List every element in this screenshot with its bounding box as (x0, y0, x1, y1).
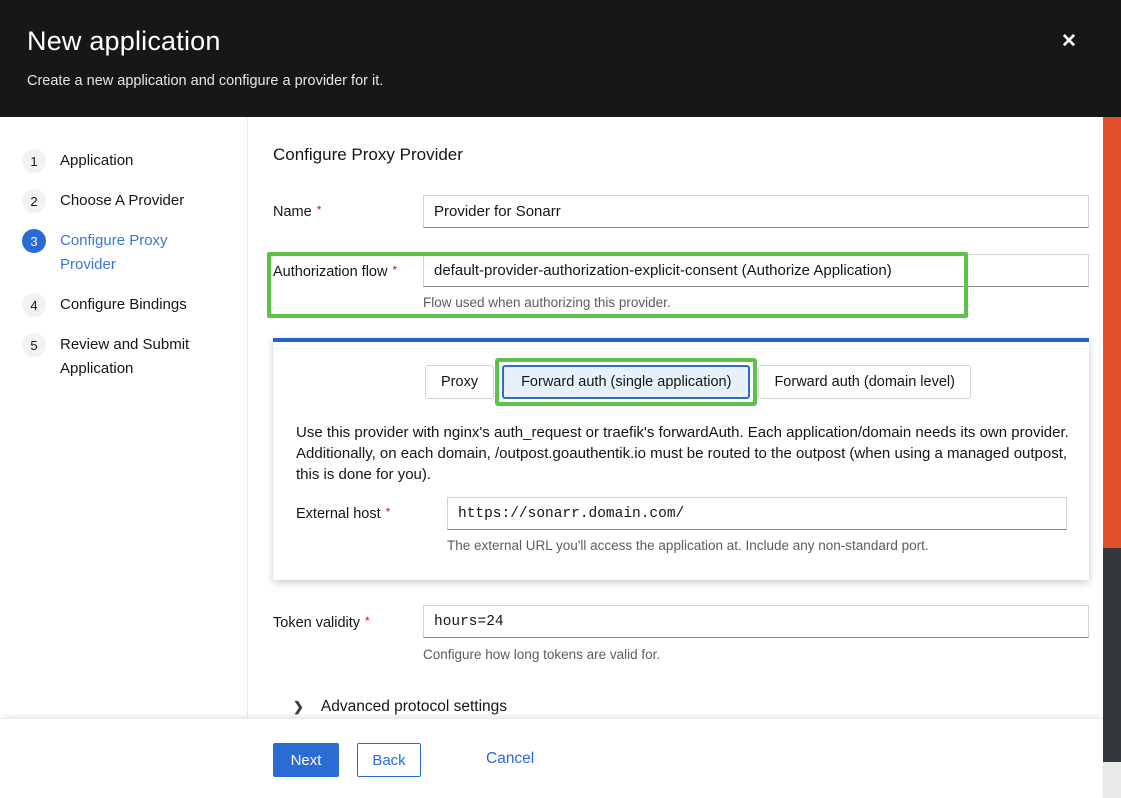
required-asterisk: * (386, 505, 391, 519)
external-host-label-text: External host (296, 506, 381, 522)
step-label: Configure Proxy Provider (60, 229, 210, 277)
modal-subtitle: Create a new application and configure a… (27, 73, 383, 89)
step-label: Configure Bindings (60, 293, 187, 317)
page-edge-dark-strip (1103, 548, 1121, 762)
back-button[interactable]: Back (357, 743, 421, 777)
next-button[interactable]: Next (273, 743, 339, 777)
tab-forward-auth-single-application[interactable]: Forward auth (single application) (502, 365, 750, 399)
authorization-flow-help: Flow used when authorizing this provider… (423, 295, 671, 310)
step-number-badge: 3 (22, 229, 46, 253)
advanced-protocol-settings-label: Advanced protocol settings (321, 698, 507, 716)
chevron-right-icon: ❯ (293, 699, 304, 715)
token-validity-input[interactable] (423, 605, 1089, 638)
step-label: Application (60, 149, 133, 173)
authorization-flow-label-text: Authorization flow (273, 264, 387, 280)
tab-forward-auth-domain-level[interactable]: Forward auth (domain level) (758, 365, 971, 399)
authorization-flow-select[interactable] (423, 254, 1089, 287)
external-host-help: The external URL you'll access the appli… (447, 538, 929, 553)
required-asterisk: * (317, 203, 322, 217)
proxy-mode-card: Proxy Forward auth (single application) … (273, 338, 1089, 580)
step-label: Choose A Provider (60, 189, 184, 213)
token-validity-label: Token validity * (273, 614, 370, 631)
proxy-mode-tabs: Proxy Forward auth (single application) … (425, 358, 971, 406)
page-edge-light-strip (1103, 762, 1121, 798)
step-choose-a-provider[interactable]: 2 Choose A Provider (0, 181, 247, 221)
cancel-button[interactable]: Cancel (486, 750, 534, 768)
wizard-main-panel: Configure Proxy Provider Name * Authoriza… (248, 117, 1103, 718)
step-configure-bindings[interactable]: 4 Configure Bindings (0, 285, 247, 325)
token-validity-help: Configure how long tokens are valid for. (423, 647, 660, 662)
new-application-wizard: New application Create a new application… (0, 0, 1121, 798)
page-title: Configure Proxy Provider (273, 145, 463, 165)
step-configure-proxy-provider[interactable]: 3 Configure Proxy Provider (0, 221, 247, 285)
step-review-and-submit[interactable]: 5 Review and Submit Application (0, 325, 247, 389)
required-asterisk: * (392, 263, 397, 277)
modal-title: New application (27, 26, 221, 57)
forward-auth-description: Use this provider with nginx's auth_requ… (296, 422, 1074, 485)
name-label: Name * (273, 203, 321, 220)
external-host-label: External host * (296, 505, 390, 522)
page-edge-orange-strip (1103, 117, 1121, 548)
card-accent-bar (273, 338, 1089, 342)
selected-tab-annotation-box: Forward auth (single application) (495, 358, 757, 406)
tab-proxy[interactable]: Proxy (425, 365, 494, 399)
name-input[interactable] (423, 195, 1089, 228)
modal-header: New application Create a new application… (0, 0, 1121, 117)
wizard-footer: Next Back Cancel (0, 718, 1103, 798)
close-icon[interactable]: ✕ (1055, 28, 1083, 56)
name-label-text: Name (273, 204, 312, 220)
required-asterisk: * (365, 614, 370, 628)
step-number-badge: 1 (22, 149, 46, 173)
step-number-badge: 4 (22, 293, 46, 317)
authorization-flow-label: Authorization flow * (273, 263, 397, 280)
step-application[interactable]: 1 Application (0, 141, 247, 181)
step-number-badge: 5 (22, 333, 46, 357)
wizard-step-nav: 1 Application 2 Choose A Provider 3 Conf… (0, 117, 248, 718)
external-host-input[interactable] (447, 497, 1067, 530)
token-validity-label-text: Token validity (273, 615, 360, 631)
advanced-protocol-settings-toggle[interactable]: ❯ Advanced protocol settings (293, 698, 507, 716)
step-label: Review and Submit Application (60, 333, 210, 381)
step-number-badge: 2 (22, 189, 46, 213)
